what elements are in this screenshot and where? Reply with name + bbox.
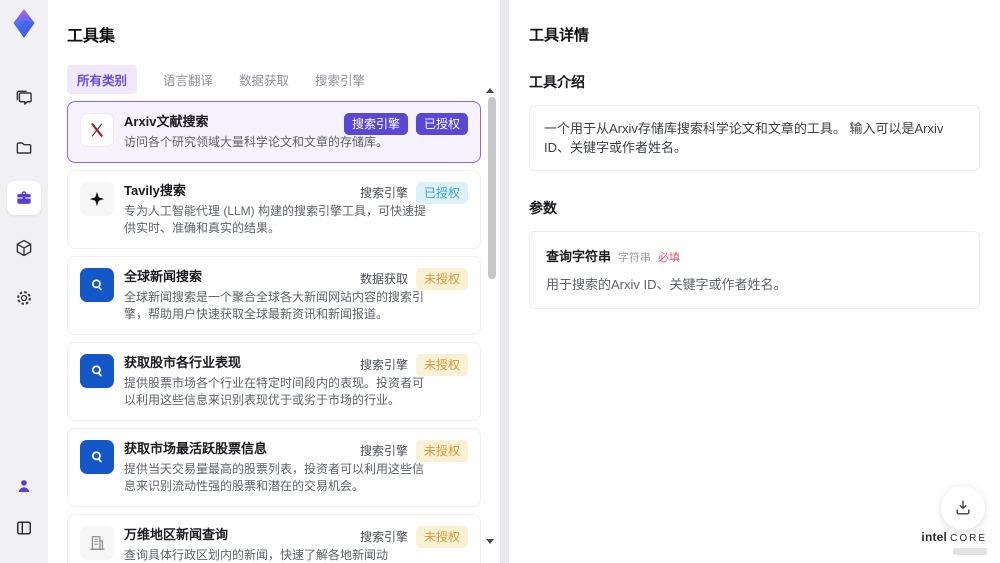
tool-badges: 搜索引擎 未授权: [360, 440, 468, 462]
tool-description: 提供股票市场各个行业在特定时间段内的表现。投资者可以利用这些信息来识别表现优于或…: [124, 376, 425, 407]
tool-auth-badge: 未授权: [415, 440, 468, 462]
tool-list-item[interactable]: 万维地区新闻查询 查询具体行政区划内的新闻，快速了解各地新闻动 搜索引擎 未授权: [67, 514, 481, 563]
sparkle-icon: [80, 182, 114, 216]
tool-category-badge: 搜索引擎: [359, 530, 408, 544]
toolbox-icon[interactable]: [7, 181, 41, 215]
tool-list-item[interactable]: 获取市场最活跃股票信息 提供当天交易量最高的股票列表，投资者可以利用这些信息来识…: [67, 428, 481, 507]
tool-category-badge: 搜索引擎: [343, 113, 408, 135]
sidebar-nav: [7, 81, 41, 315]
tool-description: 访问各个研究领域大量科学论文和文章的存储库。: [124, 135, 389, 149]
tool-category-badge: 搜索引擎: [359, 358, 408, 372]
page-title: 工具集: [67, 28, 116, 45]
parameter-required-badge: 必填: [658, 252, 681, 264]
download-button[interactable]: [941, 486, 985, 530]
tool-category-badge: 搜索引擎: [359, 444, 408, 458]
tool-badges: 数据获取 未授权: [360, 268, 468, 290]
category-tab[interactable]: 所有类别: [67, 64, 138, 94]
arxiv-icon: [80, 113, 114, 147]
chat-icon[interactable]: [7, 81, 41, 115]
category-tab[interactable]: 搜索引擎: [315, 70, 365, 89]
app-logo-icon: [7, 7, 41, 41]
brand-sub-chip: [953, 548, 987, 555]
tool-badges: 搜索引擎 未授权: [360, 526, 468, 548]
intel-core-logo: intel CORE: [921, 528, 987, 555]
tool-auth-badge: 已授权: [415, 182, 468, 204]
tool-badges: 搜索引擎 已授权: [360, 182, 468, 204]
category-tab[interactable]: 数据获取: [239, 70, 289, 89]
params-heading: 参数: [529, 200, 557, 216]
parameter-name: 查询字符串: [546, 249, 612, 264]
user-avatar-icon[interactable]: [7, 469, 41, 503]
scroll-down-arrow[interactable]: [486, 539, 494, 544]
category-tabs: 所有类别 语言翻译 数据获取 搜索引擎: [67, 64, 500, 94]
tool-auth-badge: 已授权: [415, 113, 468, 135]
brand-core-text: CORE: [950, 533, 987, 544]
tool-intro-text: 一个用于从Arxiv存储库搜索科学论文和文章的工具。 输入可以是Arxiv ID…: [544, 121, 944, 155]
tool-auth-badge: 未授权: [415, 354, 468, 376]
intro-heading: 工具介绍: [529, 74, 585, 90]
parameter-header: 查询字符串 字符串 必填: [546, 246, 963, 265]
tool-list: Arxiv文献搜索 访问各个研究领域大量科学论文和文章的存储库。 搜索引擎 已授…: [67, 101, 500, 563]
category-tab[interactable]: 语言翻译: [163, 70, 213, 89]
download-icon: [956, 500, 970, 515]
brand-intel-text: intel: [921, 530, 948, 544]
gear-icon[interactable]: [7, 281, 41, 315]
tool-description: 专为人工智能代理 (LLM) 构建的搜索引擎工具，可快速提供实时、准确和真实的结…: [124, 204, 427, 235]
scrollbar-thumb[interactable]: [488, 97, 496, 279]
tool-intro-box: 一个用于从Arxiv存储库搜索科学论文和文章的工具。 输入可以是Arxiv ID…: [529, 105, 980, 171]
building-icon: [80, 526, 114, 560]
parameter-box: 查询字符串 字符串 必填 用于搜索的Arxiv ID、关键字或作者姓名。: [529, 231, 980, 309]
cube-icon[interactable]: [7, 231, 41, 265]
sidebar-bottom: [7, 469, 41, 563]
tool-category-badge: 搜索引擎: [359, 186, 408, 200]
parameter-description: 用于搜索的Arxiv ID、关键字或作者姓名。: [546, 277, 787, 292]
tool-description: 查询具体行政区划内的新闻，快速了解各地新闻动: [124, 548, 389, 562]
search-blue-icon: [80, 440, 114, 474]
tool-description: 提供当天交易量最高的股票列表，投资者可以利用这些信息来识别流动性强的股票和潜在的…: [124, 462, 425, 493]
tool-list-panel: 工具集 所有类别 语言翻译 数据获取 搜索引擎 Arxiv文献搜索 访问各个研究领域大…: [48, 0, 500, 563]
panel-toggle-icon[interactable]: [7, 511, 41, 545]
tool-detail-panel: 工具详情 工具介绍 一个用于从Arxiv存储库搜索科学论文和文章的工具。 输入可…: [509, 0, 1000, 563]
detail-title: 工具详情: [529, 27, 590, 44]
search-blue-icon: [80, 268, 114, 302]
tool-list-item[interactable]: 获取股市各行业表现 提供股票市场各个行业在特定时间段内的表现。投资者可以利用这些…: [67, 342, 481, 421]
parameter-type: 字符串: [618, 252, 652, 264]
scroll-up-arrow[interactable]: [486, 88, 494, 93]
tool-auth-badge: 未授权: [415, 268, 468, 290]
tool-badges: 搜索引擎 已授权: [343, 113, 468, 135]
tool-description: 全球新闻搜索是一个聚合全球各大新闻网站内容的搜索引擎，帮助用户快速获取全球最新资…: [124, 290, 425, 321]
tool-badges: 搜索引擎 未授权: [360, 354, 468, 376]
app-window: 工具集 所有类别 语言翻译 数据获取 搜索引擎 Arxiv文献搜索 访问各个研究领域大…: [0, 0, 1000, 563]
folder-icon[interactable]: [7, 131, 41, 165]
tool-list-item[interactable]: Arxiv文献搜索 访问各个研究领域大量科学论文和文章的存储库。 搜索引擎 已授…: [67, 101, 481, 163]
tool-category-badge: 数据获取: [359, 272, 408, 286]
search-blue-icon: [80, 354, 114, 388]
tool-auth-badge: 未授权: [415, 526, 468, 548]
tool-list-item[interactable]: Tavily搜索 专为人工智能代理 (LLM) 构建的搜索引擎工具，可快速提供实…: [67, 170, 481, 249]
sidebar: [0, 0, 48, 563]
tool-list-item[interactable]: 全球新闻搜索 全球新闻搜索是一个聚合全球各大新闻网站内容的搜索引擎，帮助用户快速…: [67, 256, 481, 335]
